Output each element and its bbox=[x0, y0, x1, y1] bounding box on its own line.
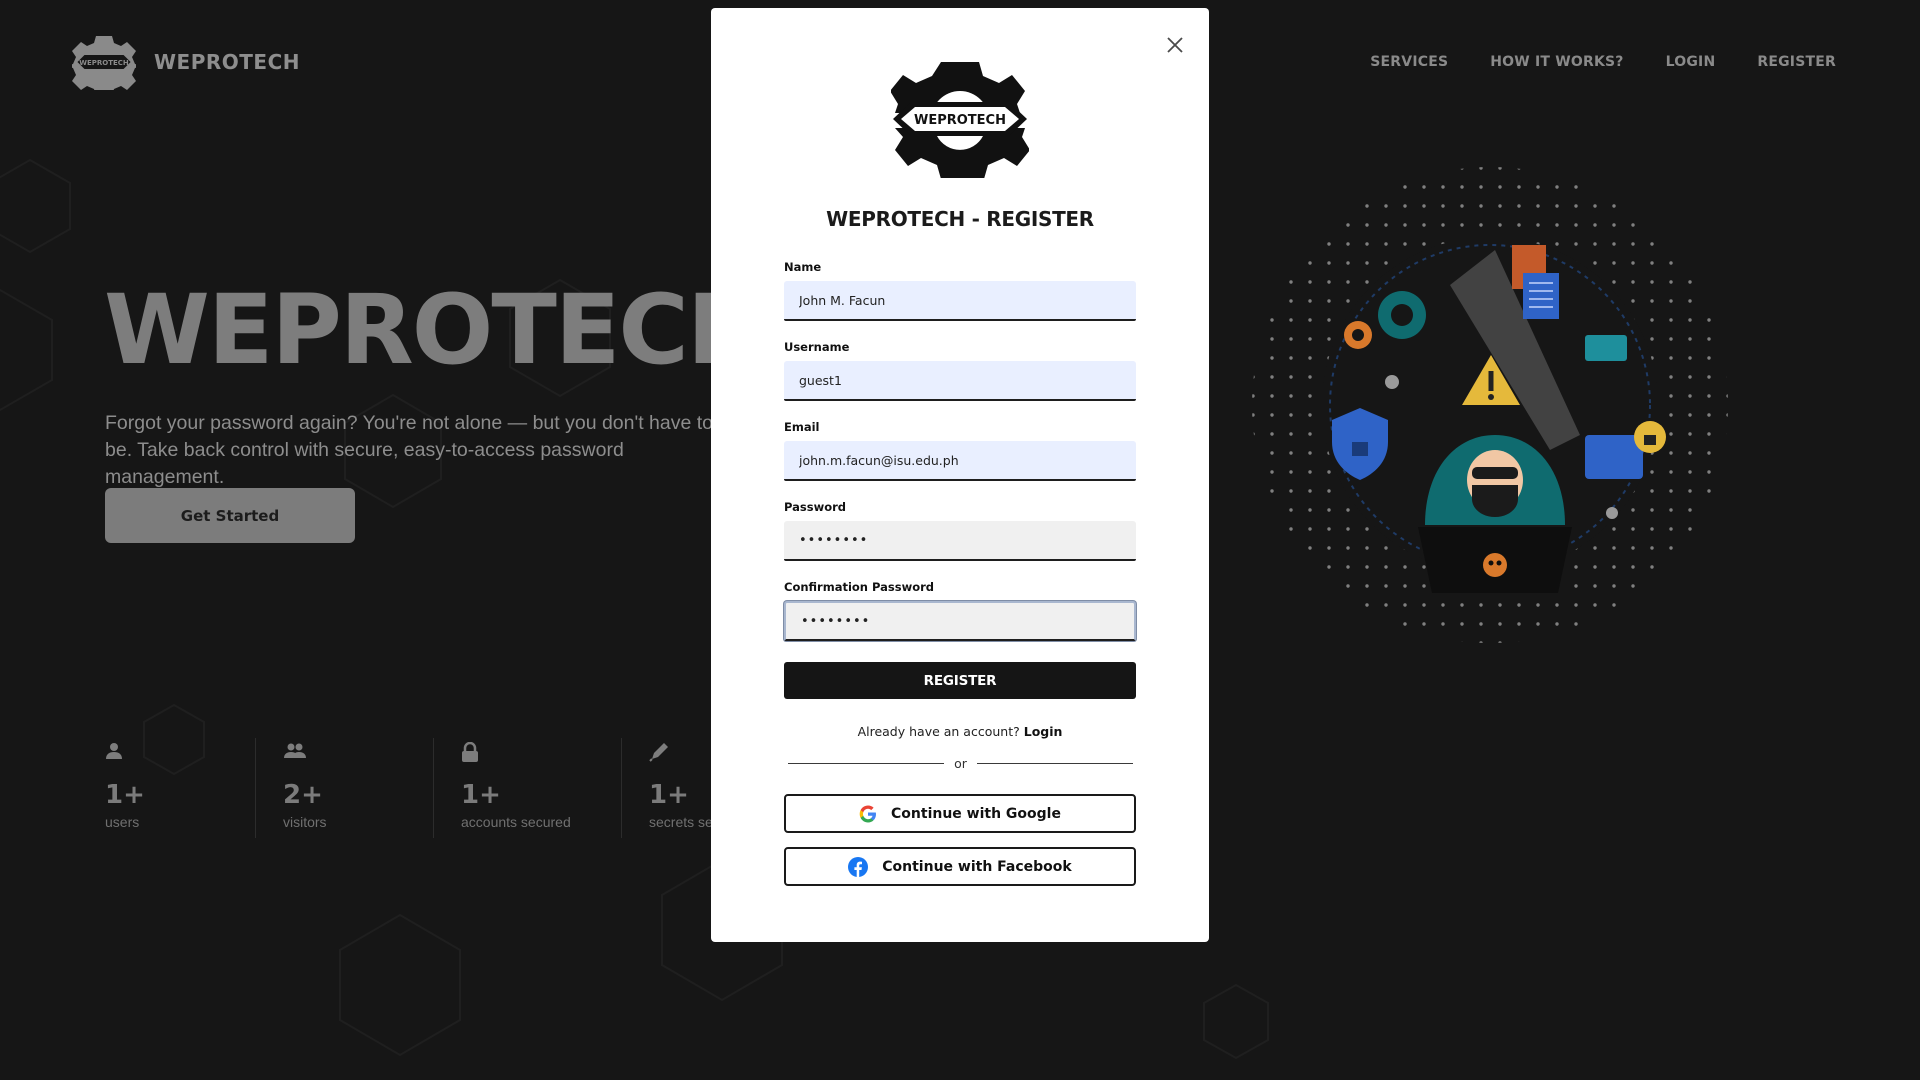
register-button[interactable]: REGISTER bbox=[784, 662, 1136, 699]
name-field-group: Name bbox=[784, 260, 1136, 321]
hero-title: WEPROTECH bbox=[104, 274, 767, 386]
nav-login[interactable]: LOGIN bbox=[1666, 54, 1716, 70]
stat-users: 1+ users bbox=[105, 738, 255, 838]
login-prompt: Already have an account? Login bbox=[711, 724, 1209, 739]
close-button[interactable] bbox=[1160, 30, 1190, 60]
login-prompt-text: Already have an account? bbox=[857, 724, 1020, 739]
stat-label: accounts secured bbox=[461, 814, 571, 830]
facebook-signin-button[interactable]: Continue with Facebook bbox=[784, 847, 1136, 886]
user-icon bbox=[105, 742, 255, 764]
main-nav: SERVICES HOW IT WORKS? LOGIN REGISTER bbox=[1370, 54, 1836, 70]
google-button-label: Continue with Google bbox=[891, 805, 1061, 822]
stat-divider bbox=[255, 738, 256, 838]
stat-accounts-secured: 1+ accounts secured bbox=[433, 738, 621, 838]
facebook-button-label: Continue with Facebook bbox=[882, 858, 1072, 875]
or-divider: or bbox=[788, 756, 1134, 771]
name-label: Name bbox=[784, 260, 822, 274]
username-input[interactable] bbox=[784, 361, 1136, 401]
name-input[interactable] bbox=[784, 281, 1136, 321]
stats-row: 1+ users 2+ visitors 1+ accounts secured… bbox=[105, 738, 741, 838]
email-field-group: Email bbox=[784, 420, 1136, 481]
hacker-illustration bbox=[1252, 167, 1728, 643]
divider-line bbox=[788, 763, 945, 764]
brand-name: WEPROTECH bbox=[154, 50, 301, 74]
stat-label: users bbox=[105, 814, 140, 830]
logo-text: WEPROTECH bbox=[914, 113, 1006, 128]
password-field-group: Password bbox=[784, 500, 1136, 561]
nav-how-it-works[interactable]: HOW IT WORKS? bbox=[1490, 54, 1623, 70]
or-text: or bbox=[954, 756, 967, 771]
brand[interactable]: WEPROTECH WEPROTECH bbox=[72, 34, 300, 90]
nav-services[interactable]: SERVICES bbox=[1370, 54, 1448, 70]
confirm-password-field-group: Confirmation Password bbox=[784, 580, 1136, 641]
confirm-password-label: Confirmation Password bbox=[784, 580, 934, 594]
stat-visitors: 2+ visitors bbox=[255, 738, 433, 838]
stat-label: visitors bbox=[283, 814, 327, 830]
close-icon bbox=[1167, 37, 1183, 53]
gear-logo-icon: WEPROTECH bbox=[891, 62, 1029, 178]
stat-value: 2+ bbox=[283, 780, 323, 810]
stat-divider bbox=[433, 738, 434, 838]
email-input[interactable] bbox=[784, 441, 1136, 481]
lock-icon bbox=[461, 741, 621, 764]
google-icon bbox=[859, 805, 877, 822]
stat-value: 1+ bbox=[461, 780, 501, 810]
hero-text: Forgot your password again? You're not a… bbox=[105, 412, 714, 488]
stat-value: 1+ bbox=[105, 780, 145, 810]
google-signin-button[interactable]: Continue with Google bbox=[784, 794, 1136, 833]
nav-register[interactable]: REGISTER bbox=[1757, 54, 1836, 70]
username-field-group: Username bbox=[784, 340, 1136, 401]
users-icon bbox=[283, 742, 433, 764]
divider-line bbox=[976, 763, 1134, 764]
modal-title: WEPROTECH - REGISTER bbox=[826, 207, 1094, 231]
facebook-icon bbox=[848, 856, 869, 877]
stat-divider bbox=[621, 738, 622, 838]
register-modal: WEPROTECH WEPROTECH - REGISTER Name User… bbox=[711, 8, 1209, 942]
email-label: Email bbox=[784, 420, 820, 434]
password-input[interactable] bbox=[784, 521, 1136, 561]
gear-logo-icon: WEPROTECH bbox=[72, 36, 136, 90]
confirm-password-input[interactable] bbox=[784, 601, 1136, 641]
logo-text: WEPROTECH bbox=[79, 59, 129, 67]
get-started-button[interactable]: Get Started bbox=[105, 488, 355, 543]
login-link[interactable]: Login bbox=[1024, 724, 1063, 739]
username-label: Username bbox=[784, 340, 850, 354]
password-label: Password bbox=[784, 500, 846, 514]
